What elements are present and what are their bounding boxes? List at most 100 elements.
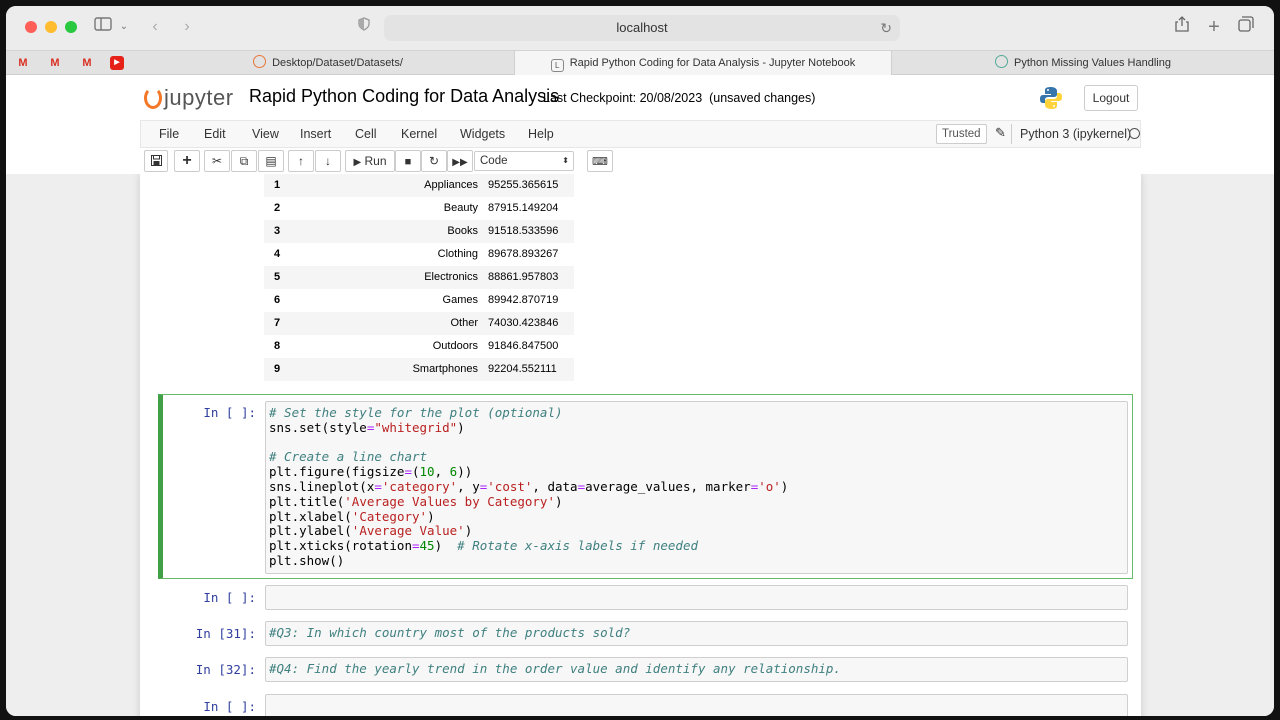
code-cell-empty[interactable]: In [ ]: xyxy=(140,584,1141,612)
run-label: Run xyxy=(364,154,387,168)
menu-cell[interactable]: Cell xyxy=(355,127,377,141)
interrupt-button[interactable]: ■ xyxy=(395,150,421,172)
copy-button[interactable]: ⧉ xyxy=(231,150,257,172)
menu-file[interactable]: File xyxy=(159,127,179,141)
cell-prompt: In [ ]: xyxy=(203,590,256,605)
row-value: 88861.957803 xyxy=(488,271,559,283)
menu-insert[interactable]: Insert xyxy=(300,127,331,141)
new-tab-icon[interactable]: + xyxy=(1204,16,1224,38)
reload-icon[interactable]: ↻ xyxy=(880,15,892,41)
move-down-button[interactable]: ↓ xyxy=(315,150,341,172)
select-arrows-icon: ⬍ xyxy=(562,156,569,165)
command-palette-button[interactable]: ⌨ xyxy=(587,150,613,172)
row-category: Appliances xyxy=(424,179,478,191)
keyboard-icon: ⌨ xyxy=(592,156,608,168)
jupyter-logo[interactable]: jupyter xyxy=(144,85,234,111)
run-button[interactable]: ▶ Run xyxy=(345,150,395,172)
browser-window: ⌄ ‹ › localhost ↻ + M M M ▶ Desktop/Data… xyxy=(6,6,1274,716)
row-value: 92204.552111 xyxy=(488,363,557,375)
restart-button[interactable]: ↻ xyxy=(421,150,447,172)
menu-view[interactable]: View xyxy=(252,127,279,141)
tab-missing-values[interactable]: Python Missing Values Handling xyxy=(892,51,1274,75)
paste-icon: ▤ xyxy=(265,154,277,168)
code-editor[interactable] xyxy=(265,585,1128,610)
kernel-name[interactable]: Python 3 (ipykernel) xyxy=(1011,124,1131,144)
row-value: 89678.893267 xyxy=(488,248,559,260)
menu-edit[interactable]: Edit xyxy=(204,127,226,141)
back-button[interactable]: ‹ xyxy=(146,16,164,38)
notebook-area[interactable]: 1 Appliances 95255.365615 2 Beauty 87915.149… xyxy=(6,174,1274,716)
table-row: 4 Clothing 89678.893267 xyxy=(264,243,574,266)
code-cell-q3[interactable]: In [31]: #Q3: In which country most of t… xyxy=(140,621,1141,649)
row-index: 1 xyxy=(274,179,281,191)
restart-run-all-button[interactable]: ▶▶ xyxy=(447,150,473,172)
code-editor[interactable]: #Q4: Find the yearly trend in the order … xyxy=(265,657,1128,682)
cell-prompt: In [31]: xyxy=(195,626,256,641)
move-up-button[interactable]: ↑ xyxy=(288,150,314,172)
gmail-icon[interactable]: M xyxy=(48,56,62,70)
notebook-title[interactable]: Rapid Python Coding for Data Analysis xyxy=(249,86,559,107)
notebook-menubar: File Edit View Insert Cell Kernel Widget… xyxy=(140,120,1141,148)
pencil-icon[interactable]: ✎ xyxy=(995,125,1006,141)
gmail-icon[interactable]: M xyxy=(80,56,94,70)
forward-button[interactable]: › xyxy=(178,16,196,38)
cell-type-value: Code xyxy=(480,155,508,167)
row-value: 91518.533596 xyxy=(488,225,559,237)
table-row: 9 Smartphones 92204.552111 xyxy=(264,358,574,381)
menu-widgets[interactable]: Widgets xyxy=(460,127,505,141)
table-row: 8 Outdoors 91846.847500 xyxy=(264,335,574,358)
code-cell-empty[interactable]: In [ ]: xyxy=(140,694,1141,716)
tab-datasets[interactable]: Desktop/Dataset/Datasets/ xyxy=(142,51,514,75)
chevron-down-icon[interactable]: ⌄ xyxy=(118,16,130,38)
menu-kernel[interactable]: Kernel xyxy=(401,127,437,141)
code-editor[interactable]: #Q3: In which country most of the produc… xyxy=(265,621,1128,646)
arrow-down-icon: ↓ xyxy=(325,154,331,168)
unsaved-text: (unsaved changes) xyxy=(709,91,816,105)
table-row: 6 Games 89942.870719 xyxy=(264,289,574,312)
row-category: Clothing xyxy=(437,248,478,260)
close-window-button[interactable] xyxy=(25,21,37,33)
cell-prompt: In [ ]: xyxy=(203,405,256,420)
notebook-favicon: L xyxy=(550,59,564,72)
insert-cell-button[interactable]: + xyxy=(174,150,200,172)
row-index: 3 xyxy=(274,225,281,237)
trusted-indicator[interactable]: Trusted xyxy=(936,124,987,144)
cut-button[interactable]: ✂ xyxy=(204,150,230,172)
table-row: 2 Beauty 87915.149204 xyxy=(264,197,574,220)
save-button[interactable] xyxy=(144,150,168,172)
logout-button[interactable]: Logout xyxy=(1084,85,1138,111)
notebook-toolbar: + ✂ ⧉ ▤ ↑ ↓ ▶ Run ■ ↻ ▶▶ Code ⬍ ⌨ xyxy=(140,148,1141,174)
tab-strip: M M M ▶ Desktop/Dataset/Datasets/ L Rapid… xyxy=(6,50,1274,75)
code-cell-plot[interactable]: In [ ]: # Set the style for the plot (op… xyxy=(140,399,1141,579)
paste-button[interactable]: ▤ xyxy=(258,150,284,172)
row-value: 87915.149204 xyxy=(488,202,559,214)
privacy-shield-icon[interactable] xyxy=(355,16,373,38)
code-editor[interactable]: # Set the style for the plot (optional) … xyxy=(265,401,1128,574)
row-index: 4 xyxy=(274,248,281,260)
tab-overview-icon[interactable] xyxy=(1236,16,1256,38)
code-editor[interactable] xyxy=(265,694,1128,716)
checkpoint-status: Last Checkpoint: 20/08/2023 (unsaved cha… xyxy=(543,91,815,105)
tab-label: Rapid Python Coding for Data Analysis - … xyxy=(569,57,856,69)
cell-type-select[interactable]: Code ⬍ xyxy=(474,151,574,171)
sidebar-icon[interactable] xyxy=(92,16,114,38)
youtube-icon[interactable]: ▶ xyxy=(110,56,124,70)
row-category: Other xyxy=(450,317,478,329)
tab-notebook[interactable]: L Rapid Python Coding for Data Analysis -… xyxy=(514,51,892,75)
table-row: 5 Electronics 88861.957803 xyxy=(264,266,574,289)
scissors-icon: ✂ xyxy=(211,154,223,168)
fullscreen-window-button[interactable] xyxy=(65,21,77,33)
row-category: Electronics xyxy=(424,271,478,283)
gmail-icon[interactable]: M xyxy=(16,56,30,70)
minimize-window-button[interactable] xyxy=(45,21,57,33)
code-cell-q4[interactable]: In [32]: #Q4: Find the yearly trend in t… xyxy=(140,657,1141,685)
row-value: 95255.365615 xyxy=(488,179,559,191)
table-row: 3 Books 91518.533596 xyxy=(264,220,574,243)
jupyter-orb-icon xyxy=(144,87,162,109)
address-bar[interactable]: localhost ↻ xyxy=(384,15,900,41)
menu-help[interactable]: Help xyxy=(528,127,554,141)
chatgpt-icon xyxy=(995,55,1009,68)
jupyter-logo-text: jupyter xyxy=(164,85,234,110)
share-icon[interactable] xyxy=(1172,16,1192,38)
table-row: 1 Appliances 95255.365615 xyxy=(264,174,574,197)
